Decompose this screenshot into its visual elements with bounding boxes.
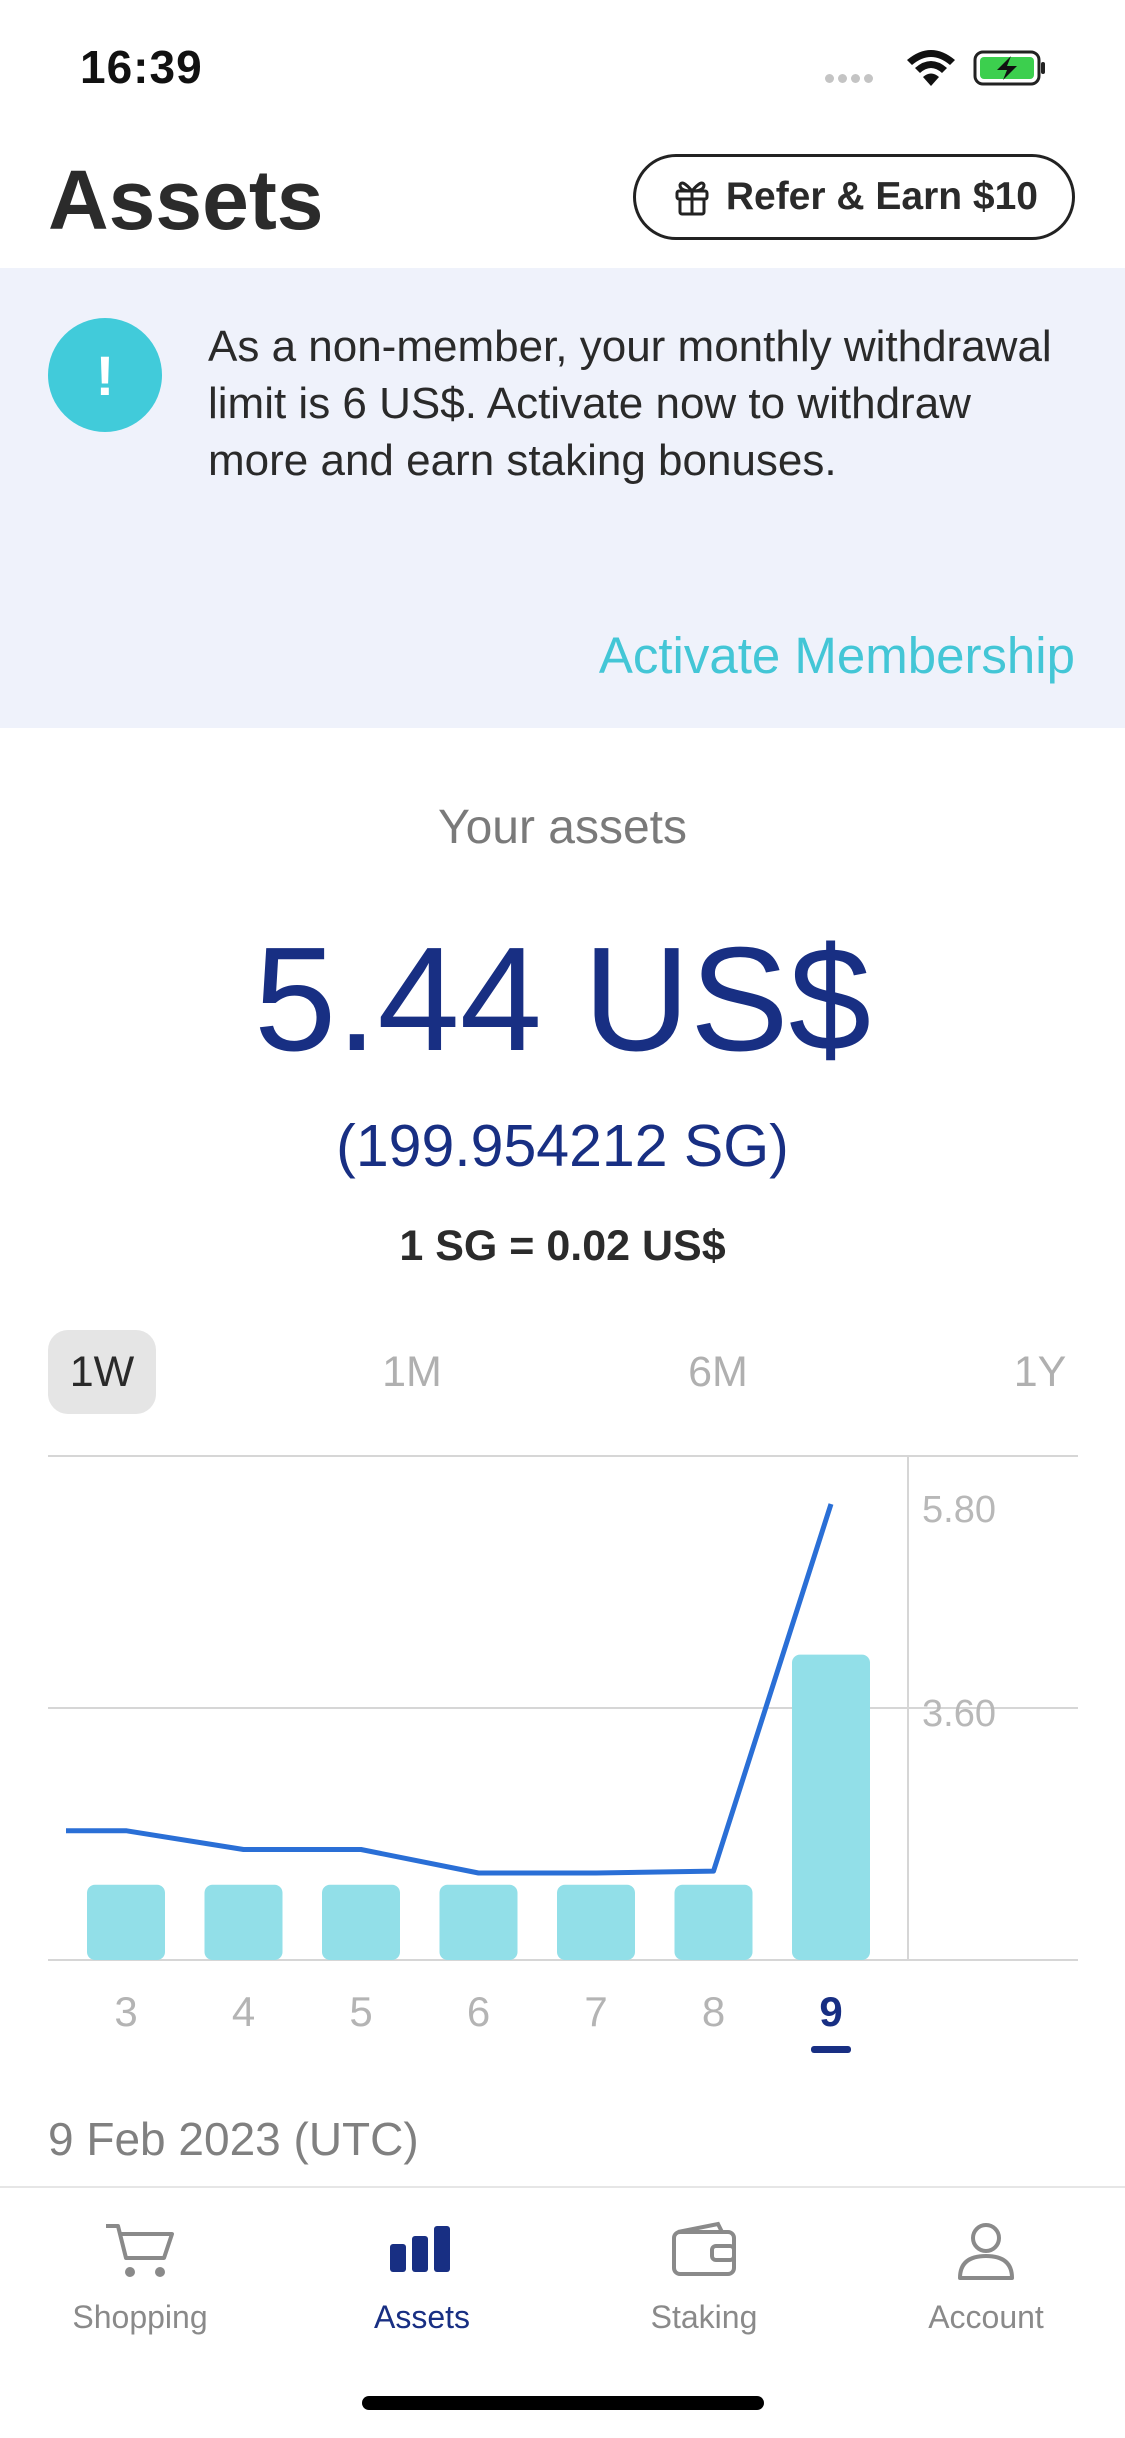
tab-staking[interactable]: Staking <box>564 2218 844 2336</box>
selected-date: 9 Feb 2023 (UTC) <box>48 2113 419 2165</box>
x-tick-label[interactable]: 4 <box>232 1988 255 2035</box>
tab-label-account: Account <box>928 2299 1044 2335</box>
refer-earn-button[interactable]: Refer & Earn $10 <box>632 154 1075 240</box>
banner-message: As a non-member, your monthly withdrawal… <box>208 322 1052 485</box>
activate-membership-link[interactable]: Activate Membership <box>599 626 1075 685</box>
range-tab-1m[interactable]: 1M <box>358 1330 466 1414</box>
bar[interactable] <box>87 1884 165 1960</box>
person-icon <box>958 2223 1014 2280</box>
bar[interactable] <box>674 1884 753 1960</box>
x-tick-label[interactable]: 3 <box>114 1988 137 2035</box>
x-tick-label[interactable]: 6 <box>467 1988 490 2035</box>
assets-sg-value: (199.954212 SG) <box>336 1113 789 1179</box>
status-time: 16:39 <box>80 41 203 93</box>
wifi-icon <box>907 50 955 86</box>
home-indicator <box>362 2396 764 2410</box>
range-tab-1y[interactable]: 1Y <box>986 1330 1094 1414</box>
tab-label-staking: Staking <box>650 2299 758 2335</box>
x-tick-label[interactable]: 5 <box>349 1988 372 2035</box>
tab-label-assets: Assets <box>373 2299 471 2335</box>
bar[interactable] <box>322 1884 400 1960</box>
bar[interactable] <box>439 1884 518 1960</box>
range-tab-6m[interactable]: 6M <box>664 1330 772 1414</box>
status-icons <box>825 48 1085 88</box>
tab-assets[interactable]: Assets <box>282 2218 562 2336</box>
tab-shopping[interactable]: Shopping <box>0 2218 280 2336</box>
tab-account[interactable]: Account <box>846 2218 1125 2336</box>
cart-icon <box>106 2224 174 2277</box>
assets-value: 5.44 US$ <box>253 917 872 1082</box>
page-header: Assets Refer & Earn $10 <box>0 140 1125 268</box>
membership-banner: ! As a non-member, your monthly withdraw… <box>0 268 1125 728</box>
value-line <box>66 1503 834 1876</box>
bar[interactable] <box>557 1884 635 1960</box>
status-bar: 16:39 <box>0 0 1125 140</box>
tab-label-shopping: Shopping <box>72 2299 208 2335</box>
battery-charging-icon <box>973 50 1045 86</box>
bar-chart-icon <box>390 2226 450 2272</box>
signal-icon <box>825 70 877 88</box>
bar[interactable] <box>204 1884 283 1960</box>
range-tab-1w[interactable]: 1W <box>48 1330 156 1414</box>
range-tabs: 1W 1M 6M 1Y <box>48 1330 1078 1414</box>
exchange-rate: 1 SG = 0.02 US$ <box>399 1222 726 1270</box>
wallet-icon <box>672 2221 736 2276</box>
y-tick-label: 5.80 <box>922 1489 996 1531</box>
gift-icon <box>675 181 709 216</box>
y-tick-label: 3.60 <box>922 1693 996 1735</box>
selected-day-indicator <box>811 2046 851 2053</box>
alert-icon: ! <box>48 318 162 432</box>
x-tick-label[interactable]: 8 <box>702 1988 725 2035</box>
page-title: Assets <box>48 153 324 247</box>
bar[interactable] <box>792 1654 870 1960</box>
refer-earn-label: Refer & Earn $10 <box>725 175 1038 218</box>
assets-label: Your assets <box>437 801 688 854</box>
x-tick-label[interactable]: 9 <box>819 1988 842 2035</box>
x-tick-label[interactable]: 7 <box>584 1988 607 2035</box>
assets-chart[interactable]: 5.80 3.60 3 4 5 6 7 8 9 <box>0 1440 1125 2080</box>
